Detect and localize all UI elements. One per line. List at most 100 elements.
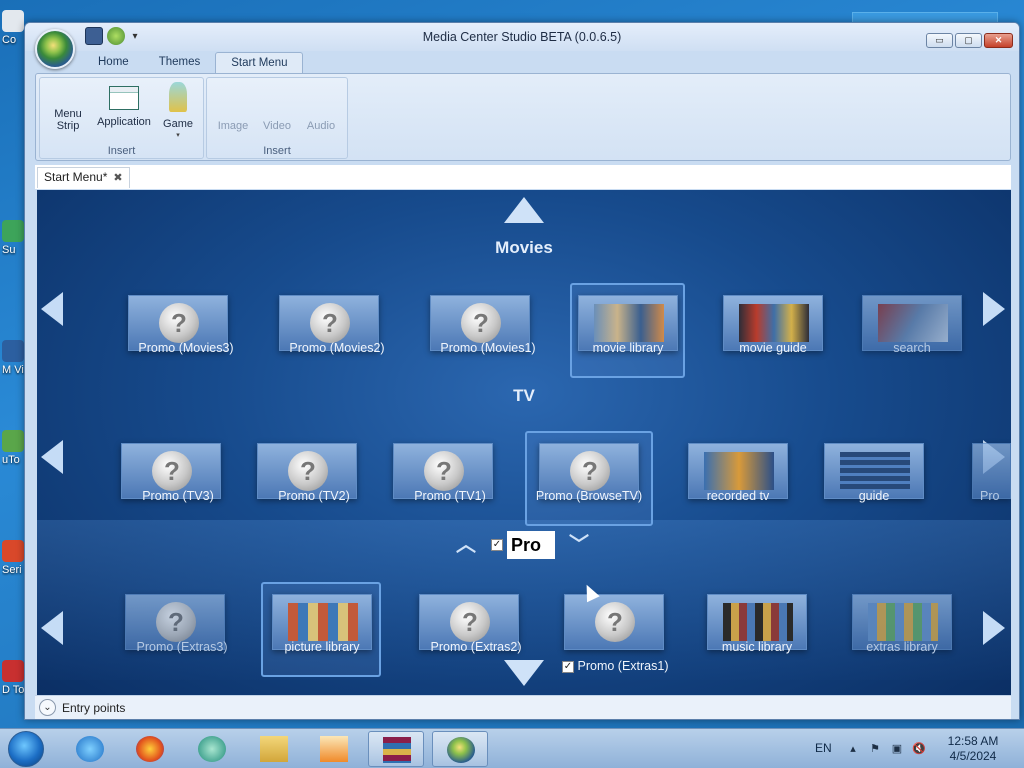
row-title-movies: Movies [495, 238, 553, 257]
video-button[interactable]: Video [257, 120, 297, 132]
taskbar-explorer[interactable] [246, 731, 302, 767]
row-visible-checkbox[interactable]: ✓ [491, 539, 503, 551]
row-next-icon[interactable] [983, 611, 1005, 645]
desktop-icon-label: Co [2, 34, 17, 46]
taskbar-app[interactable] [184, 731, 240, 767]
title-bar[interactable]: ▾ Media Center Studio BETA (0.0.6.5) ▭ ▢… [25, 23, 1019, 51]
tile-label: Promo (Extras1) [577, 659, 669, 673]
desktop-icon-label: D To [2, 684, 25, 696]
row-title-tv: TV [513, 386, 535, 405]
guide-thumbnail [840, 452, 910, 490]
app-icon [198, 736, 226, 762]
action-center-flag-icon[interactable]: ⚑ [868, 742, 882, 756]
application-label: Application [97, 116, 151, 128]
tile-label: Promo (TV1) [414, 489, 486, 503]
taskbar-winrar[interactable] [368, 731, 424, 767]
tile-label: movie library [592, 341, 664, 355]
tile-promo-extras1[interactable]: ? [564, 594, 664, 650]
app-window: ▾ Media Center Studio BETA (0.0.6.5) ▭ ▢… [24, 22, 1020, 720]
taskbar-internet-explorer[interactable] [62, 731, 118, 767]
tile-label: recorded tv [706, 489, 770, 503]
document-tab-strip: Start Menu* ✖ [35, 165, 1011, 189]
start-button[interactable] [8, 731, 44, 767]
ribbon: Menu Strip Application Game ▾ Insert Ima… [35, 73, 1011, 161]
question-icon: ? [288, 451, 328, 491]
minimize-button[interactable]: ▭ [926, 33, 953, 48]
show-hidden-icons-icon[interactable]: ▴ [846, 742, 860, 756]
clock[interactable]: 12:58 AM 4/5/2024 [938, 734, 1008, 764]
tab-home[interactable]: Home [83, 52, 144, 74]
row-next-icon[interactable] [983, 292, 1005, 326]
game-label: Game [163, 118, 193, 130]
application-button[interactable]: Application [92, 82, 156, 128]
tile-label: Promo (BrowseTV) [535, 489, 643, 503]
row-title-input[interactable]: Pro [507, 531, 555, 559]
document-tab-label: Start Menu* [44, 170, 108, 184]
close-button[interactable]: ✕ [984, 33, 1013, 48]
scroll-down-icon[interactable] [504, 660, 544, 686]
tile-label: music library [721, 640, 793, 654]
tab-themes[interactable]: Themes [144, 52, 216, 74]
chevron-down-icon: ▾ [176, 132, 180, 139]
row-prev-icon[interactable] [41, 292, 63, 326]
start-menu-canvas[interactable]: Movies ? Promo (Movies3) ? Promo (Movies… [37, 190, 1011, 695]
network-icon[interactable]: ▣ [890, 742, 904, 756]
expand-icon[interactable]: ⌄ [39, 699, 56, 716]
close-tab-icon[interactable]: ✖ [113, 172, 122, 184]
tile-label: Promo (TV3) [142, 489, 214, 503]
tab-start-menu[interactable]: Start Menu [215, 52, 304, 74]
menu-strip-label: Menu Strip [54, 108, 82, 132]
move-row-up-icon[interactable]: ︿ [456, 528, 476, 557]
taskbar-firefox[interactable] [122, 731, 178, 767]
tile-label: Promo (Movies3) [138, 341, 234, 355]
row-prev-icon[interactable] [41, 611, 63, 645]
maximize-button[interactable]: ▢ [955, 33, 982, 48]
game-button[interactable]: Game ▾ [158, 82, 198, 142]
entry-points-bar: ⌄ Entry points [35, 695, 1011, 719]
tile-label: Promo (Extras3) [136, 640, 228, 654]
music-library-thumbnail [723, 603, 793, 641]
language-indicator[interactable]: EN [815, 741, 832, 755]
desktop-icon-label: uTo [2, 454, 20, 466]
scroll-up-icon[interactable] [504, 197, 544, 223]
media-player-icon [320, 736, 348, 762]
application-icon [109, 86, 139, 110]
tile-label: guide [858, 489, 890, 503]
window-title: Media Center Studio BETA (0.0.6.5) [422, 30, 622, 44]
entry-points-label[interactable]: Entry points [62, 701, 125, 715]
clock-time: 12:58 AM [947, 734, 999, 748]
app-icon [2, 340, 24, 362]
taskbar-media-player[interactable] [306, 731, 362, 767]
move-row-down-icon[interactable]: ﹀ [569, 528, 589, 557]
desktop-icon-label: Su [2, 244, 16, 256]
question-icon: ? [156, 602, 196, 642]
search-thumbnail [878, 304, 948, 342]
group-label: Insert [107, 145, 136, 157]
internet-explorer-icon [76, 736, 104, 762]
tile-label: search [893, 341, 931, 355]
utorrent-icon [2, 430, 24, 452]
tile-label: extras library [866, 640, 938, 654]
insert-group-1: Menu Strip Application Game ▾ Insert [39, 77, 204, 159]
tile-label: picture library [284, 640, 360, 654]
insert-group-2: Image Video Audio Insert [206, 77, 348, 159]
movie-guide-thumbnail [739, 304, 809, 342]
tile-label: Promo (TV2) [278, 489, 350, 503]
tile-label: Pro [980, 489, 1000, 503]
tile-label: Promo (Extras2) [430, 640, 522, 654]
taskbar-media-center-studio[interactable] [432, 731, 488, 767]
volume-muted-icon[interactable]: 🔇 [912, 742, 926, 756]
application-menu-orb[interactable] [35, 29, 75, 69]
group-label: Insert [263, 145, 291, 157]
app-icon [2, 220, 24, 242]
row-prev-icon[interactable] [41, 440, 63, 474]
winrar-icon [383, 737, 411, 763]
question-icon: ? [570, 451, 610, 491]
firefox-icon [136, 736, 164, 762]
menu-strip-button[interactable]: Menu Strip [46, 82, 90, 132]
question-icon: ? [424, 451, 464, 491]
image-button[interactable]: Image [213, 120, 253, 132]
document-tab[interactable]: Start Menu* ✖ [37, 167, 130, 188]
folder-icon [260, 736, 288, 762]
audio-button[interactable]: Audio [301, 120, 341, 132]
